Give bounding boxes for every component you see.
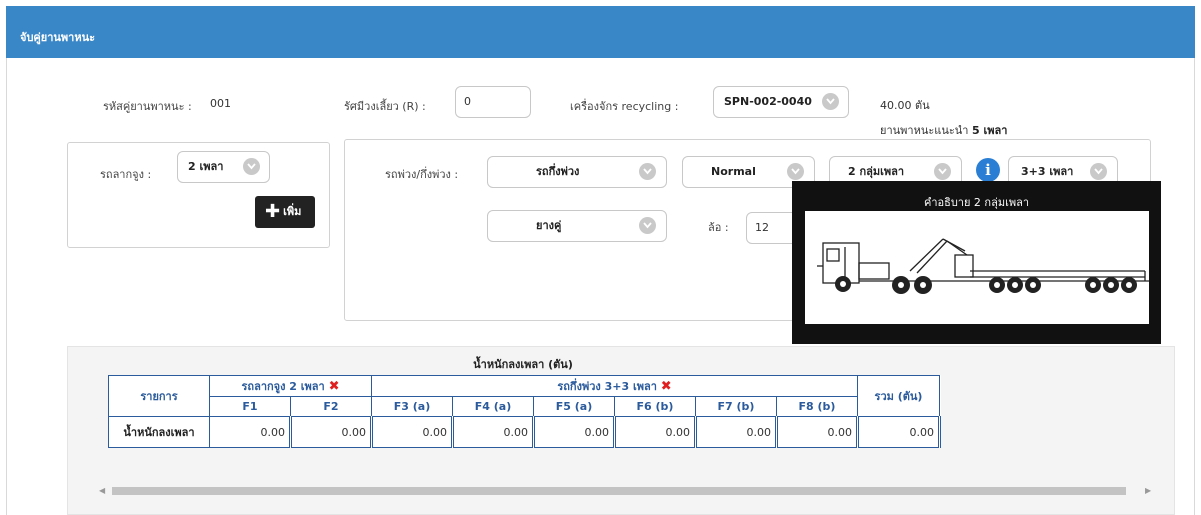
table-caption: น้ำหนักลงเพลา (ตัน) xyxy=(473,358,573,371)
chevron-down-icon xyxy=(243,158,260,175)
row-label: น้ำหนักลงเพลา xyxy=(108,416,210,448)
add-button-label: เพิ่ม xyxy=(283,205,302,218)
column-header: F2 xyxy=(290,395,372,417)
tractor-group-header: รถลากจูง 2 เพลา ✖ xyxy=(209,375,372,397)
plus-icon: ✚ xyxy=(265,201,281,222)
tractor-label: รถลากจูง : xyxy=(100,168,152,181)
tire-value: ยางคู่ xyxy=(536,219,562,232)
machine-label: เครื่องจักร recycling : xyxy=(570,100,679,113)
weight-cell[interactable]: 0.00 xyxy=(614,416,697,448)
wheel-label: ล้อ : xyxy=(708,221,729,234)
total-weight: 40.00 ตัน xyxy=(880,99,930,112)
scroll-right-arrow[interactable]: ▶ xyxy=(1145,486,1151,495)
trailer-label: รถพ่วง/กึ่งพ่วง : xyxy=(385,168,459,181)
tractor-axle-value: 2 เพลา xyxy=(188,160,224,173)
weight-cell[interactable]: 0.00 xyxy=(452,416,535,448)
trailer-mode-value: Normal xyxy=(711,165,756,178)
weight-cell[interactable]: 0.00 xyxy=(695,416,778,448)
tractor-group-label: รถลากจูง 2 เพลา xyxy=(241,379,325,393)
recommend-text: ยานพาหนะแนะนำ 5 เพลา xyxy=(880,121,1007,139)
panel-title: จับคู่ยานพาหนะ xyxy=(20,31,96,44)
weight-cell[interactable]: 0.00 xyxy=(371,416,454,448)
recommend-label: ยานพาหนะแนะนำ xyxy=(880,124,969,137)
column-header: F7 (b) xyxy=(695,395,777,417)
column-header: F1 xyxy=(209,395,291,417)
column-header: F5 (a) xyxy=(533,395,615,417)
chevron-down-icon xyxy=(787,163,804,180)
info-icon[interactable]: i xyxy=(976,158,1000,182)
scroll-left-arrow[interactable]: ◀ xyxy=(99,486,105,495)
total-header: รวม (ตัน) xyxy=(857,375,940,417)
weight-cell[interactable]: 0.00 xyxy=(290,416,373,448)
table-row: น้ำหนักลงเพลา 0.00 0.00 0.00 0.00 0.00 0… xyxy=(108,416,941,448)
weight-cell[interactable]: 0.00 xyxy=(776,416,859,448)
tractor-axle-select[interactable]: 2 เพลา xyxy=(177,151,270,183)
trailer-group-label: รถกึ่งพ่วง 3+3 เพลา xyxy=(557,379,657,393)
add-button[interactable]: ✚ เพิ่ม xyxy=(255,196,315,228)
trailer-group-header: รถกึ่งพ่วง 3+3 เพลา ✖ xyxy=(371,375,858,397)
chevron-down-icon xyxy=(639,163,656,180)
axle-group-tooltip: คำอธิบาย 2 กลุ่มเพลา xyxy=(792,181,1161,344)
column-header: F4 (a) xyxy=(452,395,534,417)
remove-icon[interactable]: ✖ xyxy=(329,379,340,394)
chevron-down-icon xyxy=(822,93,839,110)
machine-select[interactable]: SPN-002-0040 xyxy=(713,86,849,118)
weight-cell[interactable]: 0.00 xyxy=(533,416,616,448)
column-header: F6 (b) xyxy=(614,395,696,417)
trailer-type-select[interactable]: รถกึ่งพ่วง xyxy=(487,156,667,188)
tire-select[interactable]: ยางคู่ xyxy=(487,210,667,242)
machine-select-value: SPN-002-0040 xyxy=(724,95,812,108)
weight-cell[interactable]: 0.00 xyxy=(209,416,292,448)
column-header: F3 (a) xyxy=(371,395,453,417)
column-header: F8 (b) xyxy=(776,395,858,417)
total-cell[interactable]: 0.00 xyxy=(857,416,941,448)
vehicle-code-label: รหัสคู่ยานพาหนะ : xyxy=(103,100,192,113)
recommend-value: 5 เพลา xyxy=(971,124,1008,137)
remove-icon[interactable]: ✖ xyxy=(661,379,672,394)
panel-header: จับคู่ยานพาหนะ xyxy=(6,6,1195,58)
chevron-down-icon xyxy=(1090,163,1107,180)
truck-diagram-image xyxy=(805,211,1150,324)
axle-weight-table: รายการ รถลากจูง 2 เพลา ✖ รถกึ่งพ่วง 3+3 … xyxy=(108,375,941,448)
chevron-down-icon xyxy=(639,217,656,234)
vehicle-code-value: 001 xyxy=(210,97,231,110)
turn-radius-label: รัศมีวงเลี้ยว (R) : xyxy=(344,100,426,113)
horizontal-scrollbar[interactable] xyxy=(112,487,1126,495)
tooltip-title: คำอธิบาย 2 กลุ่มเพลา xyxy=(923,196,1030,209)
trailer-type-value: รถกึ่งพ่วง xyxy=(536,165,580,178)
turn-radius-input[interactable]: 0 xyxy=(455,86,531,118)
chevron-down-icon xyxy=(934,163,951,180)
item-header: รายการ xyxy=(108,375,210,417)
